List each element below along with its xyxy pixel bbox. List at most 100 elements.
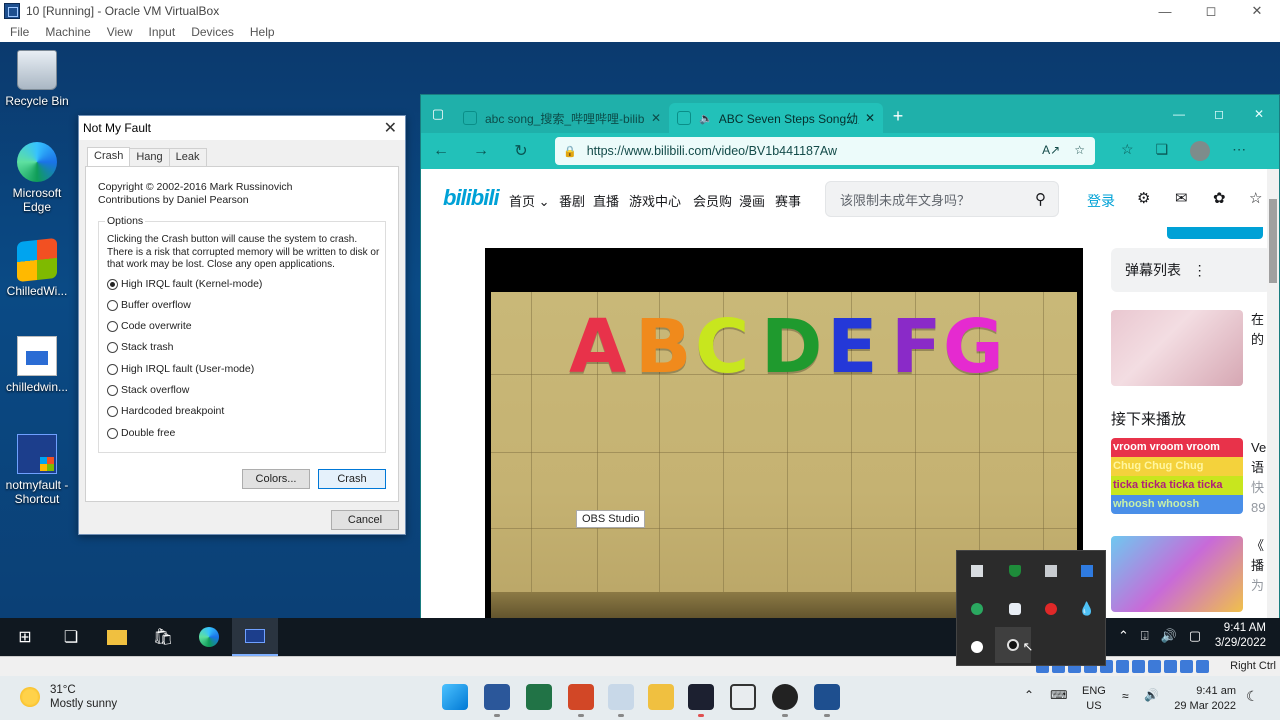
network-share-icon[interactable] <box>1033 553 1069 589</box>
3d-viewer-icon[interactable] <box>730 684 756 710</box>
task-view-icon[interactable]: ❏ <box>48 618 94 656</box>
follow-button[interactable] <box>1167 227 1263 239</box>
start-icon[interactable]: ⊞ <box>2 618 48 656</box>
new-tab-button[interactable]: + <box>883 106 913 127</box>
read-aloud-icon[interactable]: A↗ <box>1042 143 1060 157</box>
close-button[interactable]: ✕ <box>1234 0 1280 22</box>
desktop-icon-chilledwindows[interactable]: ChilledWi... <box>0 237 74 298</box>
dialog-close-icon[interactable]: ✕ <box>384 118 397 138</box>
nav-esports[interactable]: 赛事 <box>775 191 801 210</box>
cancel-button[interactable]: Cancel <box>331 510 399 530</box>
windows-start-icon[interactable] <box>442 684 468 710</box>
vip-icon[interactable]: ⚙ <box>1137 189 1150 207</box>
desktop-icon-notmyfault[interactable]: notmyfault - Shortcut <box>0 434 74 506</box>
notmyfault-taskbar-icon[interactable] <box>232 618 278 656</box>
radio-option[interactable]: Stack trash <box>107 341 174 353</box>
radio-option[interactable]: High IRQL fault (User-mode) <box>107 363 254 375</box>
word-icon[interactable] <box>484 684 510 710</box>
radio-icon[interactable] <box>107 363 118 375</box>
nav-gamecenter[interactable]: 游戏中心 <box>629 191 681 210</box>
collections-icon[interactable]: ❏ <box>1156 141 1169 161</box>
desktop-icon-recycle-bin[interactable]: Recycle Bin <box>0 50 74 108</box>
tray-app-icon[interactable] <box>959 553 995 589</box>
tab-close-icon[interactable]: ✕ <box>865 111 875 125</box>
defender-shield-icon[interactable] <box>997 553 1033 589</box>
menu-help[interactable]: Help <box>250 25 275 39</box>
cpu-icon[interactable] <box>1164 660 1177 673</box>
recommend-thumbnail[interactable] <box>1111 536 1243 612</box>
tab-close-icon[interactable]: ✕ <box>651 111 661 125</box>
edge-maximize-button[interactable]: ◻ <box>1199 95 1239 133</box>
edge-minimize-button[interactable]: — <box>1159 95 1199 133</box>
colors-button[interactable]: Colors... <box>242 469 310 489</box>
radio-option[interactable]: Stack overflow <box>107 384 189 396</box>
bilibili-logo[interactable]: bilibili <box>443 185 500 211</box>
profile-avatar[interactable] <box>1190 141 1211 161</box>
guest-clock[interactable]: 9:41 AM 3/29/2022 <box>1215 621 1266 651</box>
recording-icon[interactable] <box>1148 660 1161 673</box>
forward-icon[interactable]: → <box>461 142 501 160</box>
radio-icon[interactable] <box>107 341 118 353</box>
chevron-up-icon[interactable]: ⌃ <box>1024 688 1034 702</box>
nav-home[interactable]: 首页 ⌄ <box>509 191 550 210</box>
tab-leak[interactable]: Leak <box>168 148 207 167</box>
mouse-integration-icon[interactable] <box>1180 660 1193 673</box>
virtualbox-host-icon[interactable] <box>814 684 840 710</box>
minimize-button[interactable]: — <box>1142 0 1188 22</box>
network-icon[interactable]: ⍗ <box>1141 628 1149 644</box>
host-clock[interactable]: 9:41 am 29 Mar 2022 <box>1170 684 1236 714</box>
store-icon[interactable]: 🛍 <box>140 618 186 656</box>
recommend-title-snippet[interactable]: Ve 语 快 89 <box>1251 438 1266 518</box>
radio-option[interactable]: Code overwrite <box>107 320 192 332</box>
danmaku-list-toggle[interactable]: 弹幕列表 ⋮ <box>1111 248 1271 292</box>
radio-option[interactable]: Double free <box>107 427 175 439</box>
recommend-thumbnail[interactable] <box>1111 310 1243 386</box>
shared-folder-icon[interactable] <box>1116 660 1129 673</box>
desktop-icon-chilledwin-video[interactable]: chilledwin... <box>0 336 74 394</box>
menu-devices[interactable]: Devices <box>191 25 234 39</box>
recommend-thumbnail[interactable]: vroom vroom vroom Chug Chug Chug ticka t… <box>1111 438 1243 514</box>
edge-close-button[interactable]: ✕ <box>1239 95 1279 133</box>
nav-bangumi[interactable]: 番剧 <box>559 191 585 210</box>
onedrive-icon[interactable] <box>997 591 1033 627</box>
vertical-scrollbar[interactable] <box>1267 169 1279 654</box>
blocked-app-icon[interactable] <box>1033 591 1069 627</box>
bilibili-search-input[interactable]: 该限制未成年文身吗？ ⚲ <box>825 181 1059 217</box>
recommend-title-snippet[interactable]: 《 播 为 <box>1251 536 1264 596</box>
waves-app-icon[interactable] <box>688 684 714 710</box>
danmaku-more-icon[interactable]: ⋮ <box>1185 262 1207 278</box>
login-link[interactable]: 登录 <box>1087 191 1115 211</box>
radio-icon[interactable] <box>107 320 118 332</box>
radio-selected-icon[interactable] <box>107 278 118 290</box>
grammarly-icon[interactable] <box>959 629 995 665</box>
nav-live[interactable]: 直播 <box>593 191 619 210</box>
display-icon[interactable] <box>1132 660 1145 673</box>
favorites-icon[interactable]: ☆ <box>1121 141 1134 161</box>
edge-tray-icon[interactable] <box>959 591 995 627</box>
browser-tab-active[interactable]: 🔈 ABC Seven Steps Song幼儿 ✕ <box>669 103 883 133</box>
radio-icon[interactable] <box>107 299 118 311</box>
radio-option[interactable]: High IRQL fault (Kernel-mode) <box>107 278 262 290</box>
powerpoint-icon[interactable] <box>568 684 594 710</box>
download-icon[interactable] <box>1069 553 1105 589</box>
obs-host-icon[interactable] <box>772 684 798 710</box>
chevron-up-icon[interactable]: ⌃ <box>1118 628 1129 644</box>
message-icon[interactable]: ✉ <box>1175 189 1188 207</box>
edge-taskbar-icon[interactable] <box>186 618 232 656</box>
menu-input[interactable]: Input <box>149 25 176 39</box>
tab-actions-icon[interactable]: ▢ <box>421 95 455 133</box>
language-indicator[interactable]: ENG US <box>1082 684 1106 714</box>
lock-icon[interactable]: 🔒 <box>563 145 577 158</box>
search-icon[interactable]: ⚲ <box>1035 190 1046 208</box>
volume-icon[interactable]: 🔊 <box>1161 628 1177 644</box>
maximize-button[interactable]: ◻ <box>1188 0 1234 22</box>
browser-tab[interactable]: abc song_搜索_哔哩哔哩-bilibili ✕ <box>455 103 669 133</box>
notification-icon[interactable]: ▢ <box>1189 628 1201 644</box>
menu-file[interactable]: File <box>10 25 29 39</box>
nav-manga[interactable]: 漫画 <box>739 191 765 210</box>
more-menu-icon[interactable]: ⋯ <box>1232 141 1246 161</box>
menu-view[interactable]: View <box>107 25 133 39</box>
weather-widget[interactable]: 31°C Mostly sunny <box>20 683 117 711</box>
file-explorer-host-icon[interactable] <box>648 684 674 710</box>
address-bar[interactable]: 🔒 https://www.bilibili.com/video/BV1b441… <box>555 137 1095 165</box>
